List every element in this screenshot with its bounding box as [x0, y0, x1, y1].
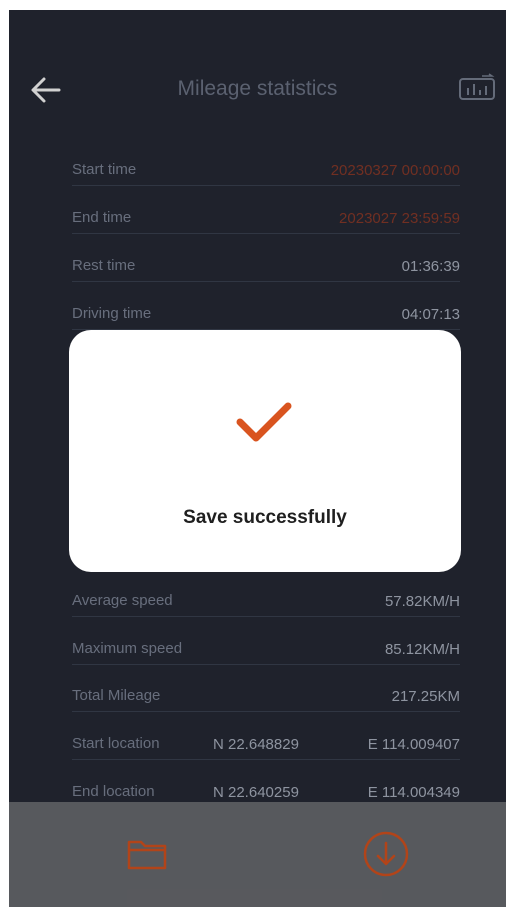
dialog-message: Save successfully	[183, 507, 347, 528]
stat-label: Maximum speed	[72, 640, 183, 657]
stat-row-total-mileage: Total Mileage 217.25KM	[72, 681, 460, 712]
stat-value: 217.25KM	[391, 688, 460, 705]
stat-row-driving-time: Driving time 04:07:13	[72, 299, 460, 330]
folder-icon[interactable]	[122, 830, 172, 878]
stat-row-start-location: Start location N 22.648829 E 114.009407	[72, 729, 460, 760]
save-success-dialog[interactable]: Save successfully	[69, 330, 461, 572]
checkmark-icon	[236, 402, 292, 442]
stat-value: 01:36:39	[401, 258, 460, 275]
longitude-value: E 114.004349	[367, 784, 460, 801]
stat-value: 20230327 00:00:00	[330, 162, 460, 179]
stat-label: Average speed	[72, 592, 173, 609]
latitude-value: N 22.648829	[213, 736, 299, 753]
stat-value: 57.82KM/H	[384, 593, 460, 610]
latitude-value: N 22.640259	[213, 784, 299, 801]
stat-label: Rest time	[72, 257, 136, 274]
stat-row-end-time[interactable]: End time 2023027 23:59:59	[72, 203, 460, 234]
stat-label: Start location	[72, 735, 160, 752]
longitude-value: E 114.009407	[367, 736, 460, 753]
top-bar: Mileage statistics	[9, 65, 506, 115]
bar-chart-icon[interactable]	[458, 73, 496, 103]
stat-label: End location	[72, 783, 155, 800]
download-circle-icon[interactable]	[361, 830, 411, 878]
stat-row-average-speed: Average speed 57.82KM/H	[72, 586, 460, 617]
stat-row-rest-time: Rest time 01:36:39	[72, 251, 460, 282]
stat-label: Total Mileage	[72, 687, 161, 704]
stat-row-maximum-speed: Maximum speed 85.12KM/H	[72, 634, 460, 665]
stat-label: End time	[72, 209, 132, 226]
stat-row-start-time[interactable]: Start time 20230327 00:00:00	[72, 155, 460, 186]
app-screen: Mileage statistics Start time 20230327 0…	[9, 10, 506, 907]
bottom-toolbar	[9, 802, 506, 907]
stat-label: Driving time	[72, 305, 152, 322]
stat-label: Start time	[72, 161, 137, 178]
page-title: Mileage statistics	[177, 77, 338, 100]
stat-value: 85.12KM/H	[384, 641, 460, 658]
stat-value: 04:07:13	[401, 306, 460, 323]
stat-value: 2023027 23:59:59	[339, 210, 460, 227]
